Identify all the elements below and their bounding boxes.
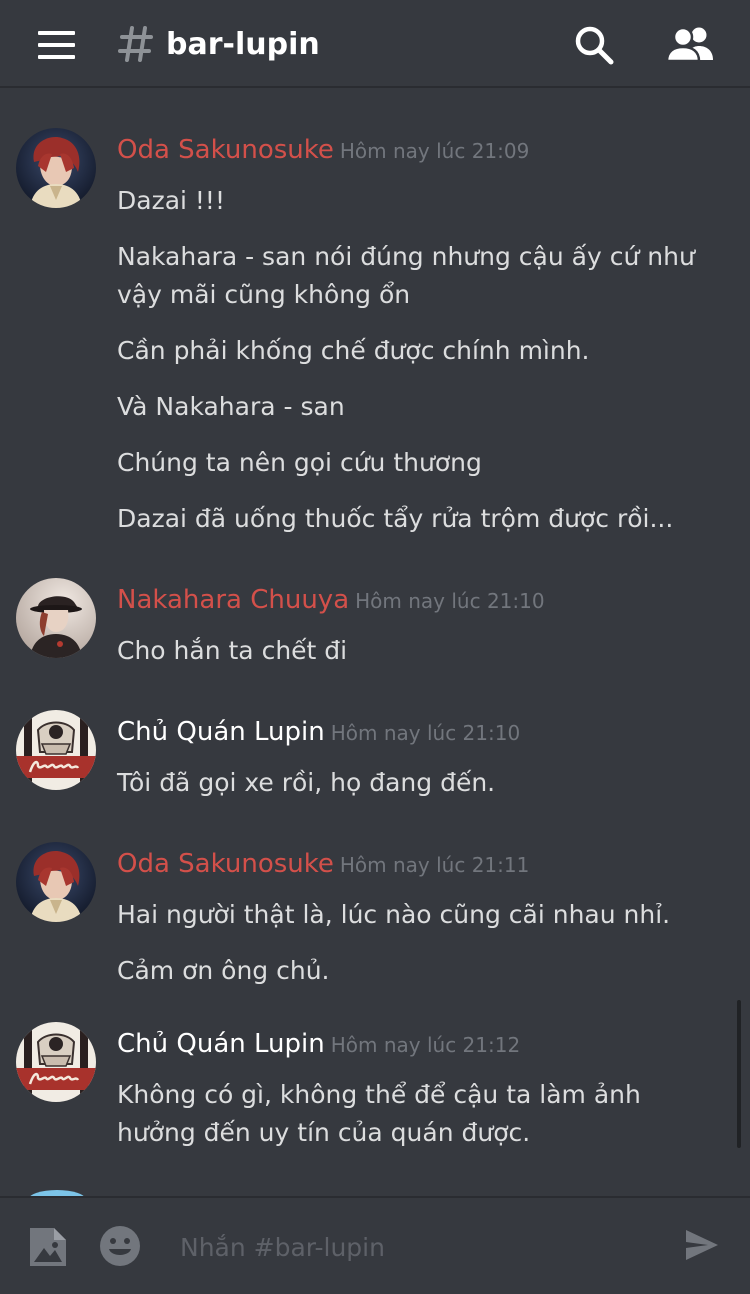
timestamp: Hôm nay lúc 21:12 (330, 1033, 521, 1057)
message-text: Hai người thật là, lúc nào cũng cãi nhau… (117, 900, 671, 929)
chuuya-avatar[interactable] (16, 578, 96, 658)
timestamp: Hôm nay lúc 21:10 (355, 589, 545, 613)
author-name[interactable]: Chủ Quán Lupin (117, 717, 325, 747)
scrollbar[interactable] (737, 1000, 741, 1148)
message-text: Dazai đã uống thuốc tẩy rửa trộm được rồ… (117, 504, 674, 533)
hamburger-menu-icon (38, 31, 75, 35)
message-input[interactable] (178, 1224, 662, 1270)
author-name[interactable]: Oda Sakunosuke (117, 849, 334, 879)
message-text: Cần phải khống chế được chính mình. (117, 336, 590, 365)
timestamp: Hôm nay lúc 21:11 (339, 853, 530, 877)
lupin-avatar[interactable] (16, 710, 96, 790)
members-icon[interactable] (665, 24, 715, 66)
timestamp: Hôm nay lúc 21:09 (339, 139, 530, 163)
message-text: Dazai !!! (117, 186, 225, 215)
channel-header: bar-lupin (0, 0, 750, 88)
message-text: Tôi đã gọi xe rồi, họ đang đến. (117, 768, 496, 797)
message-text: Cho hắn ta chết đi (117, 636, 348, 665)
oda-avatar[interactable] (16, 842, 96, 922)
send-icon[interactable] (684, 1228, 720, 1262)
message-text: Chúng ta nên gọi cứu thương (117, 448, 482, 477)
timestamp: Hôm nay lúc 21:10 (330, 721, 521, 745)
message-author-line: Chủ Quán Lupin Hôm nay lúc 21:10 (117, 716, 520, 748)
hash-icon (118, 26, 153, 62)
message-list[interactable]: Oda Sakunosuke Hôm nay lúc 21:09 Dazai !!… (0, 90, 750, 1196)
message-text: Nakahara - san nói đúng nhưng cậu ấy cứ … (117, 242, 695, 309)
lupin-avatar[interactable] (16, 1022, 96, 1102)
message-text: Và Nakahara - san (117, 392, 345, 421)
search-icon[interactable] (573, 24, 615, 66)
message-author-line: Nakahara Chuuya Hôm nay lúc 21:10 (117, 584, 545, 616)
message-author-line: Chủ Quán Lupin Hôm nay lúc 21:12 (117, 1028, 520, 1060)
image-upload-icon[interactable] (28, 1224, 68, 1268)
channel-title: bar-lupin (166, 27, 320, 62)
author-name[interactable]: Oda Sakunosuke (117, 135, 334, 165)
author-name[interactable]: Chủ Quán Lupin (117, 1029, 325, 1059)
menu-button[interactable] (38, 31, 75, 59)
message-author-line: Oda Sakunosuke Hôm nay lúc 21:11 (117, 848, 529, 880)
oda-avatar[interactable] (16, 128, 96, 208)
message-text: Không có gì, không thể để cậu ta làm ảnh… (117, 1080, 641, 1147)
emoji-icon[interactable] (98, 1224, 142, 1268)
message-composer (0, 1196, 750, 1294)
message-author-line: Oda Sakunosuke Hôm nay lúc 21:09 (117, 134, 529, 166)
author-name[interactable]: Nakahara Chuuya (117, 585, 349, 615)
message-text: Cảm ơn ông chủ. (117, 956, 330, 985)
